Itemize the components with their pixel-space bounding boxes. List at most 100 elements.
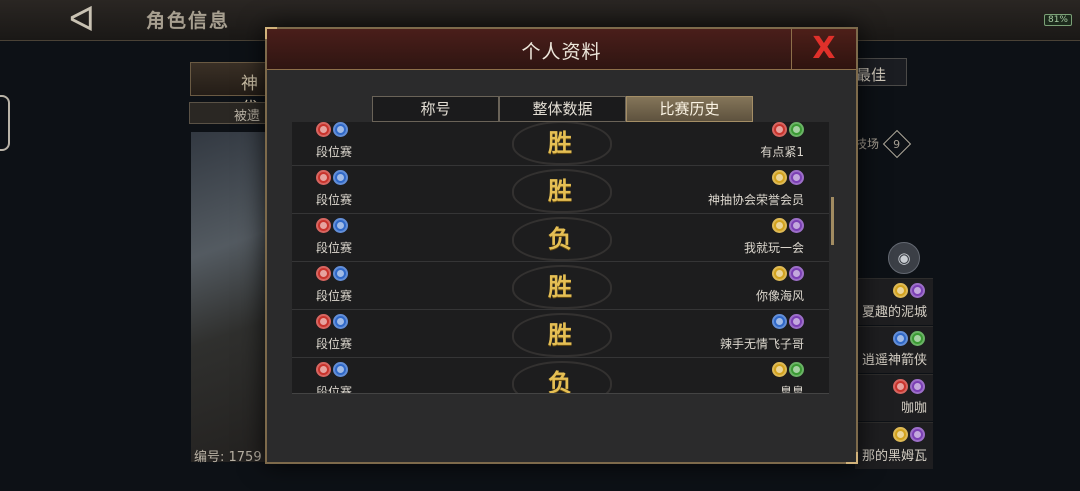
- profile-tabs: 称号 整体数据 比赛历史: [372, 96, 753, 128]
- match-result: 负: [548, 224, 572, 253]
- match-row[interactable]: 段位赛 负我就玩一会: [292, 213, 829, 262]
- profile-dialog: 个人资料 X 称号 整体数据 比赛历史 段位赛胜有点紧1 段位赛胜神抽协会荣誉会员…: [265, 27, 858, 464]
- match-mode: 段位赛: [316, 385, 353, 394]
- opponent-name: 我就玩一会: [743, 241, 804, 255]
- side-list-item[interactable]: 逍遥神箭侠: [855, 326, 933, 373]
- opponent-name: 臯臯: [779, 385, 804, 394]
- player-class-icons: [316, 218, 348, 233]
- side-list-name: 咖咖: [900, 401, 927, 416]
- side-info-panel: 最佳 技场 9 ◉ 夏趣的泥城逍遥神箭侠咖咖那的黑姆瓦: [855, 50, 1080, 491]
- blue-class-icon: [333, 362, 348, 377]
- side-list-item[interactable]: 咖咖: [855, 374, 933, 421]
- frame-corner: [846, 452, 858, 464]
- blue-class-icon: [772, 314, 787, 329]
- yellow-class-icon: [893, 283, 908, 298]
- red-class-icon: [772, 122, 787, 137]
- tab-match-history[interactable]: 比赛历史: [626, 96, 753, 128]
- arena-label: 技场: [855, 137, 880, 151]
- side-list-item[interactable]: 那的黑姆瓦: [855, 422, 933, 469]
- side-class-icons: [893, 331, 925, 346]
- player-class-icons: [316, 314, 348, 329]
- opponent-name: 神抽协会荣誉会员: [707, 193, 804, 207]
- eye-icon[interactable]: ◉: [888, 242, 920, 274]
- dialog-header: 个人资料 X: [267, 29, 856, 70]
- best-label: 最佳: [855, 58, 907, 86]
- red-class-icon: [316, 314, 331, 329]
- back-arrow-icon: ᐊ: [68, 0, 96, 40]
- opponent-name: 辣手无情飞子哥: [719, 337, 804, 351]
- back-button[interactable]: ᐊ: [42, 0, 122, 40]
- match-result: 胜: [548, 176, 572, 205]
- red-class-icon: [316, 362, 331, 377]
- purple-class-icon: [910, 283, 925, 298]
- opponent-class-icons: [772, 218, 804, 233]
- match-row[interactable]: 段位赛 胜你像海风: [292, 261, 829, 310]
- blue-class-icon: [333, 266, 348, 281]
- match-row[interactable]: 段位赛 胜辣手无情飞子哥: [292, 309, 829, 358]
- arena-level-badge: 9: [882, 129, 911, 159]
- match-mode: 段位赛: [316, 289, 353, 303]
- match-mode: 段位赛: [316, 145, 353, 159]
- side-list-name: 逍遥神箭侠: [861, 353, 927, 368]
- opponent-class-icons: [772, 314, 804, 329]
- opponent-class-icons: [772, 170, 804, 185]
- character-card-art: [191, 132, 275, 462]
- blue-class-icon: [333, 122, 348, 137]
- match-result: 胜: [548, 272, 572, 301]
- red-class-icon: [316, 122, 331, 137]
- purple-class-icon: [789, 170, 804, 185]
- side-class-icons: [893, 283, 925, 298]
- yellow-class-icon: [772, 218, 787, 233]
- match-row[interactable]: 段位赛 胜有点紧1: [292, 122, 829, 166]
- match-mode: 段位赛: [316, 193, 353, 207]
- side-list-name: 夏趣的泥城: [861, 305, 927, 320]
- character-panel: 神代 被遗: [185, 62, 275, 462]
- purple-class-icon: [789, 314, 804, 329]
- close-button[interactable]: X: [791, 29, 856, 69]
- player-class-icons: [316, 266, 348, 281]
- purple-class-icon: [910, 427, 925, 442]
- side-drawer-handle[interactable]: [0, 95, 10, 151]
- blue-class-icon: [333, 218, 348, 233]
- close-icon: X: [812, 31, 836, 66]
- red-class-icon: [316, 170, 331, 185]
- match-mode: 段位赛: [316, 241, 353, 255]
- player-id-label: 编号: 1759: [194, 450, 262, 465]
- player-class-icons: [316, 362, 348, 377]
- match-row[interactable]: 段位赛 负臯臯: [292, 357, 829, 394]
- green-class-icon: [910, 331, 925, 346]
- side-list-item[interactable]: 夏趣的泥城: [855, 278, 933, 325]
- tab-overall-stats[interactable]: 整体数据: [499, 96, 626, 122]
- red-class-icon: [893, 379, 908, 394]
- page-title: 角色信息: [146, 10, 231, 32]
- player-class-icons: [316, 170, 348, 185]
- side-class-icons: [893, 379, 925, 394]
- side-class-icons: [893, 427, 925, 442]
- match-history-list[interactable]: 段位赛胜有点紧1 段位赛胜神抽协会荣誉会员 段位赛负我就玩一会 段位赛胜你像海风 段位赛…: [292, 122, 829, 394]
- opponent-name: 你像海风: [755, 289, 804, 303]
- character-tag: 被遗: [189, 102, 275, 124]
- green-class-icon: [789, 122, 804, 137]
- opponent-class-icons: [772, 122, 804, 137]
- arena-rank: 技场 9: [855, 129, 911, 159]
- match-row[interactable]: 段位赛 胜神抽协会荣誉会员: [292, 165, 829, 214]
- character-tab[interactable]: 神代: [190, 62, 275, 119]
- purple-class-icon: [789, 218, 804, 233]
- yellow-class-icon: [772, 266, 787, 281]
- purple-class-icon: [789, 266, 804, 281]
- green-class-icon: [789, 362, 804, 377]
- purple-class-icon: [910, 379, 925, 394]
- scrollbar-thumb[interactable]: [831, 197, 834, 245]
- yellow-class-icon: [772, 362, 787, 377]
- player-class-icons: [316, 122, 348, 137]
- battery-indicator: 81%: [1043, 14, 1072, 26]
- opponent-class-icons: [772, 266, 804, 281]
- yellow-class-icon: [893, 427, 908, 442]
- match-result: 负: [548, 368, 572, 394]
- blue-class-icon: [333, 170, 348, 185]
- red-class-icon: [316, 218, 331, 233]
- tab-title[interactable]: 称号: [372, 96, 499, 122]
- match-mode: 段位赛: [316, 337, 353, 351]
- opponent-class-icons: [772, 362, 804, 377]
- side-list-name: 那的黑姆瓦: [861, 449, 927, 464]
